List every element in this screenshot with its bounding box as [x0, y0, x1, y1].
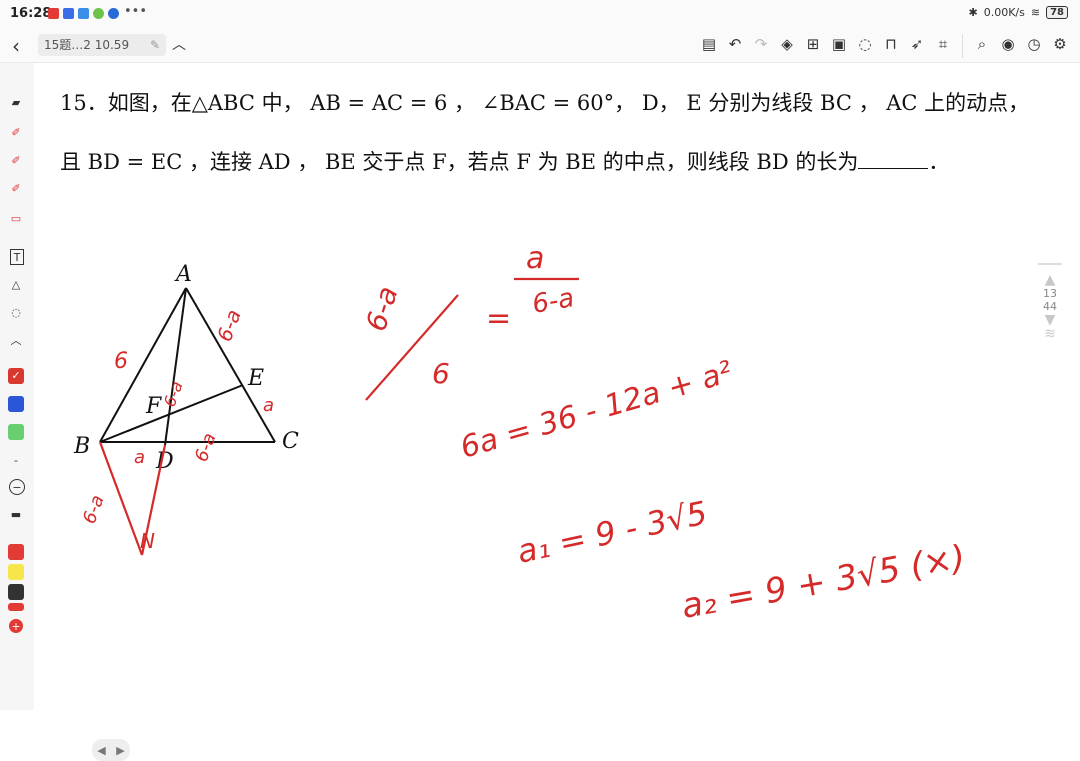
title-bar: ‹ 15题…2 10.59 ✎ ︿ ▤ ↶ ↷ ◈ ⊞ ▣ ◌ ⊓ ➶ ⌗ ⌕ …: [0, 28, 1080, 63]
figure-canvas: A E F B D C N 6 6-a a 6-a a 6-a 6-a 6-a …: [73, 241, 968, 627]
status-bar: 16:28 ••• ✱ 0.00K/s ≋ 78: [0, 0, 1080, 28]
label-b: B: [73, 434, 90, 459]
back-button[interactable]: ‹: [12, 34, 20, 58]
stroke-thick[interactable]: ▬: [7, 507, 25, 521]
eraser-icon[interactable]: ▰: [7, 95, 25, 109]
image-icon[interactable]: ▣: [829, 32, 849, 56]
insert-page-icon[interactable]: ⊞: [803, 32, 823, 56]
bluetooth-icon: ✱: [968, 6, 978, 19]
pen-icon[interactable]: ✐: [7, 125, 25, 139]
crop-icon[interactable]: ⌗: [933, 32, 953, 56]
tool-sidebar: ▰ ✐ ✐ ✐ ▭ T △ ◌ ︿ ✓ - − ▬ +: [0, 63, 35, 710]
chevron-up-icon[interactable]: ︿: [172, 34, 186, 54]
page-down-icon[interactable]: ▼: [1038, 313, 1062, 327]
next-page-icon[interactable]: ▶: [116, 744, 124, 757]
undo-icon[interactable]: ↶: [725, 32, 745, 56]
text-tool-icon[interactable]: T: [10, 249, 24, 265]
hw-frac-left-num: 6-a: [359, 282, 404, 335]
ink-label-n: N: [140, 529, 155, 553]
ink-note-bd: a: [134, 447, 145, 468]
toolbar-divider: [962, 34, 963, 58]
battery-indicator: 78: [1046, 6, 1068, 19]
layers-stack-icon[interactable]: ≋: [1038, 327, 1062, 341]
segment-ad: [164, 287, 187, 446]
label-e: E: [247, 366, 264, 391]
add-color-icon[interactable]: +: [9, 619, 23, 633]
pen-icon[interactable]: ✐: [7, 181, 25, 195]
color-swatch-red-2[interactable]: [8, 544, 24, 560]
label-c: C: [282, 429, 299, 454]
ink-note-ad: 6-a: [160, 379, 187, 410]
color-swatch-red-3[interactable]: [8, 603, 24, 611]
current-page: 13: [1043, 287, 1057, 300]
document-title-text: 15题…2 10.59: [44, 38, 130, 52]
collapse-icon[interactable]: ︿: [7, 333, 25, 347]
shapes-icon[interactable]: △: [7, 277, 25, 291]
ink-note-bn: 6-a: [79, 492, 109, 526]
color-swatch-red[interactable]: ✓: [8, 368, 24, 384]
status-right: ✱ 0.00K/s ≋ 78: [968, 6, 1068, 19]
page-nav[interactable]: ◀ ▶: [92, 739, 130, 761]
lasso-icon[interactable]: ◌: [7, 305, 25, 319]
app-notification-icon: [108, 8, 119, 19]
toolbar: ▤ ↶ ↷ ◈ ⊞ ▣ ◌ ⊓ ➶ ⌗ ⌕ ◉ ◷ ⚙: [699, 32, 1070, 60]
handwritten-work: 6-a 6 = a 6-a 6a = 36 - 12a + a² a₁ = 9 …: [359, 241, 968, 627]
outline-icon[interactable]: ▤: [699, 32, 719, 56]
hide-icon[interactable]: ◌: [855, 32, 875, 56]
label-a: A: [174, 262, 192, 287]
more-notifications-icon: •••: [124, 4, 148, 19]
document-title[interactable]: 15题…2 10.59 ✎: [38, 34, 166, 56]
layers-icon[interactable]: ◈: [777, 32, 797, 56]
app-notification-icon: [78, 8, 89, 19]
note-page[interactable]: 15．如图，在△ABC 中， AB = AC = 6 ， ∠BAC = 60°，…: [34, 63, 1080, 761]
hw-line-2: 6a = 36 - 12a + a²: [457, 355, 737, 466]
figure-ink-text: N 6 6-a a 6-a a 6-a 6-a: [79, 306, 274, 553]
pen-icon[interactable]: ✐: [7, 153, 25, 167]
stroke-thin[interactable]: -: [7, 453, 25, 467]
wifi-icon: ≋: [1030, 6, 1041, 19]
ink-note-dc: 6-a: [191, 430, 221, 464]
edit-title-icon[interactable]: ✎: [150, 34, 160, 56]
app-notification-icon: [63, 8, 74, 19]
search-doc-icon[interactable]: ⌕: [972, 32, 992, 56]
hw-frac-right-den: 6-a: [530, 283, 576, 320]
highlighter-icon[interactable]: ▭: [7, 211, 25, 225]
label-f: F: [145, 394, 162, 419]
page-up-icon[interactable]: ▲: [1038, 273, 1062, 287]
page-indicator[interactable]: ▲ 13 44 ▼ ≋: [1038, 263, 1062, 341]
side-ab: [99, 287, 187, 443]
color-swatch-yellow[interactable]: [8, 564, 24, 580]
settings-icon[interactable]: ⚙: [1050, 32, 1070, 56]
color-swatch-black[interactable]: [8, 584, 24, 600]
status-time: 16:28: [10, 6, 52, 21]
net-speed: 0.00K/s: [983, 6, 1025, 19]
prev-page-icon[interactable]: ◀: [97, 744, 105, 757]
view-icon[interactable]: ◉: [998, 32, 1018, 56]
stroke-minus-icon[interactable]: −: [9, 479, 25, 495]
hw-equals: =: [486, 301, 511, 336]
color-swatch-green[interactable]: [8, 424, 24, 440]
redo-icon[interactable]: ↷: [751, 32, 771, 56]
color-swatch-blue[interactable]: [8, 396, 24, 412]
ink-note-ab: 6: [114, 349, 128, 374]
ink-note-ae: 6-a: [212, 306, 246, 344]
app-notification-icon: [93, 8, 104, 19]
timer-icon[interactable]: ◷: [1024, 32, 1044, 56]
hw-line-3: a₁ = 9 - 3√5: [514, 494, 711, 571]
hw-line-4: a₂ = 9 + 3√5 (×): [679, 538, 969, 627]
hw-frac-right-num: a: [526, 241, 544, 276]
pager-divider: [1038, 263, 1062, 265]
ink-note-ec: a: [263, 395, 274, 416]
app-notification-icon: [48, 8, 59, 19]
pointer-icon[interactable]: ➶: [907, 32, 927, 56]
lock-icon[interactable]: ⊓: [881, 32, 901, 56]
hw-frac-left-den: 6: [432, 357, 450, 390]
